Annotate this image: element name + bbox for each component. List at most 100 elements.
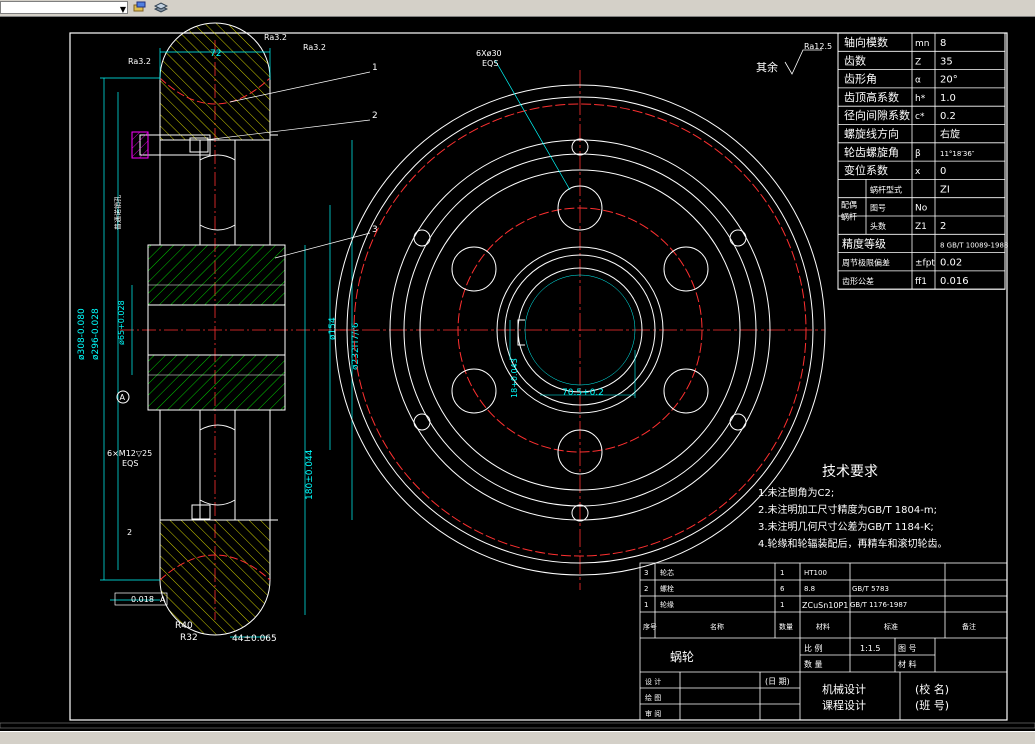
- param-val-4: 0.2: [940, 111, 956, 122]
- param-name-3: 齿顶高系数: [844, 90, 899, 104]
- bom-row-2-qty: 6: [780, 585, 785, 593]
- tech-title: 技术要求: [822, 464, 878, 480]
- acc-name-2: 齿形公差: [842, 276, 874, 286]
- dim-d308: ø308-0.080: [77, 308, 87, 360]
- rim-top: [159, 22, 271, 141]
- param-sym-2: α: [915, 76, 921, 86]
- param-sym-0: mn: [915, 39, 929, 49]
- bom-row-2-no: 2: [644, 585, 648, 593]
- bom-row-1-no: 1: [644, 601, 648, 609]
- bom: 3 轮芯 1 HT100 2 螺栓 6 8.8 GB/T 5783 1 轮缘 1…: [643, 568, 976, 631]
- chevron-down-icon[interactable]: ▼: [117, 4, 129, 15]
- acc-val-1: 0.02: [940, 258, 962, 269]
- dim-two: 2: [127, 528, 132, 537]
- ra-rest: Ra12.5: [804, 42, 832, 51]
- acc-name-0: 精度等级: [842, 236, 886, 250]
- tech-item-4: 4.轮缘和轮辐装配后，再精车和滚切轮齿。: [758, 537, 948, 550]
- datum-a-letter: A: [120, 393, 126, 402]
- front-labels: 6Xø30 EQS 18+0.043 70.5+0.2: [476, 49, 604, 398]
- ra-mark-1: Ra3.2: [264, 33, 287, 42]
- dim-d296: ø296-0.028: [91, 308, 101, 360]
- drawing-canvas[interactable]: 72 Ra3.2 Ra3.2 Ra3.2 ø308-0.080 ø296-0.0…: [0, 17, 1035, 731]
- acc-val-2: 0.016: [940, 276, 969, 287]
- dim-key-705: 70.5+0.2: [562, 388, 604, 398]
- mate-sym-2: Z1: [915, 222, 927, 232]
- part-name: 蜗轮: [670, 649, 694, 664]
- bom-head-note: 备注: [962, 622, 976, 631]
- param-name-1: 齿数: [844, 54, 866, 67]
- param-name-2: 齿形角: [844, 73, 877, 86]
- bom-row-1-qty: 1: [780, 601, 784, 609]
- rest-roughness-label: 其余: [756, 60, 778, 74]
- school-label: (校 名): [915, 682, 949, 696]
- dim-d180: 180±0.044: [305, 449, 315, 500]
- outer-border: [0, 722, 1035, 729]
- datum-ref: A: [160, 595, 166, 604]
- mate-name-0: 蜗杆型式: [870, 184, 902, 194]
- technical-requirements: 技术要求 1.未注倒角为C2; 2.未注明加工尺寸精度为GB/T 1804-m;…: [758, 464, 948, 550]
- scale-value: 1:1.5: [860, 644, 881, 653]
- qty-label: 数 量: [804, 659, 823, 669]
- acc-val-0: 8 GB/T 10089-1988: [940, 241, 1008, 249]
- param-val-2: 20°: [940, 75, 958, 86]
- param-val-3: 1.0: [940, 93, 956, 104]
- scale-label: 比 例: [804, 643, 823, 653]
- tech-item-3: 3.未注明几何尺寸公差为GB/T 1184-K;: [758, 520, 934, 533]
- bom-head-name: 名称: [710, 622, 724, 631]
- bom-row-2-mat: 8.8: [804, 585, 815, 593]
- bom-head-mat: 材料: [816, 622, 830, 631]
- bom-head-no: 序号: [643, 622, 657, 631]
- param-sym-6: β: [915, 149, 921, 159]
- dim-r40: R40: [175, 621, 193, 631]
- param-sym-7: x: [915, 167, 921, 177]
- mate-name-1: 图号: [870, 204, 886, 213]
- mate-val-2: 2: [940, 221, 946, 232]
- mate-name-2: 头数: [870, 221, 886, 231]
- drawing-sheet: 72 Ra3.2 Ra3.2 Ra3.2 ø308-0.080 ø296-0.0…: [0, 22, 1035, 729]
- bom-head-std: 标准: [884, 622, 898, 631]
- drafter-label: 绘 图: [645, 693, 661, 702]
- bom-row-3-mat: HT100: [804, 569, 827, 577]
- param-name-6: 轮齿螺旋角: [844, 145, 899, 159]
- dim-runout: 0.018: [131, 595, 154, 604]
- param-val-6: 11°18′36″: [940, 150, 975, 158]
- param-val-1: 35: [940, 56, 953, 67]
- param-val-7: 0: [940, 166, 946, 177]
- dim-d154: ø154: [328, 317, 338, 340]
- dim-eqs-1: EQS: [122, 459, 138, 468]
- param-val-0: 8: [940, 38, 946, 49]
- mate-sym-1: No: [915, 204, 928, 214]
- course-line-2: 课程设计: [822, 699, 866, 712]
- dim-width-72: 72: [210, 49, 221, 59]
- param-sym-3: h*: [915, 94, 926, 104]
- dim-holes: 6Xø30: [476, 49, 502, 58]
- status-bar: [0, 731, 1035, 744]
- tech-item-2: 2.未注明加工尺寸精度为GB/T 1804-m;: [758, 503, 937, 516]
- bom-row-1-name: 轮缘: [660, 600, 674, 609]
- designer-label: 设 计: [645, 677, 661, 686]
- section-view: [120, 22, 345, 636]
- param-name-7: 变位系数: [844, 163, 888, 177]
- roughness-symbol: [784, 49, 822, 75]
- date-label: (日 期): [765, 677, 790, 686]
- param-val-5: 右旋: [940, 128, 960, 141]
- layer-combo[interactable]: ▼: [0, 1, 128, 14]
- bom-row-2-name: 螺栓: [660, 584, 674, 593]
- param-name-5: 螺旋线方向: [844, 127, 899, 141]
- dim-44: 44±0.065: [232, 634, 277, 644]
- layer-tool-icon[interactable]: [133, 1, 147, 14]
- param-sym-4: c*: [915, 112, 925, 122]
- pin-hole: [131, 131, 149, 159]
- param-name-0: 轴向模数: [844, 35, 888, 49]
- bom-row-3-no: 3: [644, 569, 648, 577]
- ra-mark-2: Ra3.2: [303, 43, 326, 52]
- mate-group-label-1: 配偶: [841, 199, 857, 209]
- bom-row-3-qty: 1: [780, 569, 784, 577]
- title-text: 蜗轮 比 例 1:1.5 图 号 数 量 材 料 设 计 绘 图 审 阅 (日 …: [645, 643, 949, 718]
- rim-bottom: [159, 519, 271, 636]
- checker-label: 审 阅: [645, 709, 661, 718]
- dim-eqs-2: EQS: [482, 59, 498, 68]
- bom-head-qty: 数量: [779, 622, 793, 631]
- layer-stack-icon[interactable]: [154, 1, 168, 14]
- callout-2: 2: [372, 111, 378, 121]
